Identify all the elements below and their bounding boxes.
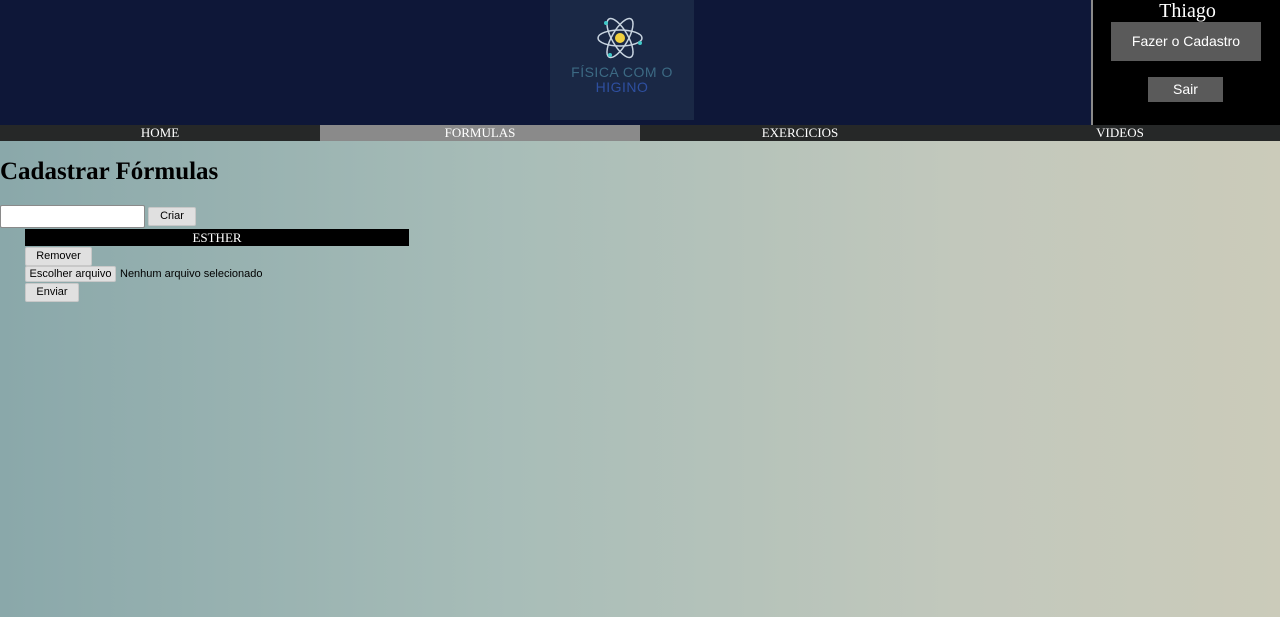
choose-file-button[interactable]: Escolher arquivo <box>25 266 116 282</box>
nav-item-videos[interactable]: VIDEOS <box>960 125 1280 141</box>
site-header: FÍSICA COM O HIGINO Thiago Fazer o Cadas… <box>0 0 1280 125</box>
page-title: Cadastrar Fórmulas <box>0 158 219 185</box>
remove-button[interactable]: Remover <box>25 247 92 266</box>
nav-item-home[interactable]: HOME <box>0 125 320 141</box>
nav-item-formulas[interactable]: FORMULAS <box>320 125 640 141</box>
formula-name-input[interactable] <box>0 205 145 228</box>
item-title: ESTHER <box>25 229 409 246</box>
logout-button[interactable]: Sair <box>1148 77 1223 102</box>
register-button[interactable]: Fazer o Cadastro <box>1111 22 1261 61</box>
create-button[interactable]: Criar <box>148 207 196 226</box>
atom-icon <box>597 17 643 59</box>
logo-line-2: HIGINO <box>595 79 649 95</box>
logo[interactable]: FÍSICA COM O HIGINO <box>550 0 694 120</box>
logo-text: FÍSICA COM O HIGINO <box>550 65 694 95</box>
user-name: Thiago <box>1159 0 1216 22</box>
logo-line-1: FÍSICA COM O <box>571 64 673 80</box>
submit-button[interactable]: Enviar <box>25 283 79 302</box>
user-panel: Thiago Fazer o Cadastro Sair <box>1091 0 1280 125</box>
main-content: Cadastrar Fórmulas Criar ESTHER Remover … <box>0 141 1280 617</box>
nav-item-exercicios[interactable]: EXERCICIOS <box>640 125 960 141</box>
file-status-text: Nenhum arquivo selecionado <box>120 268 263 280</box>
main-nav: HOME FORMULAS EXERCICIOS VIDEOS <box>0 125 1280 141</box>
